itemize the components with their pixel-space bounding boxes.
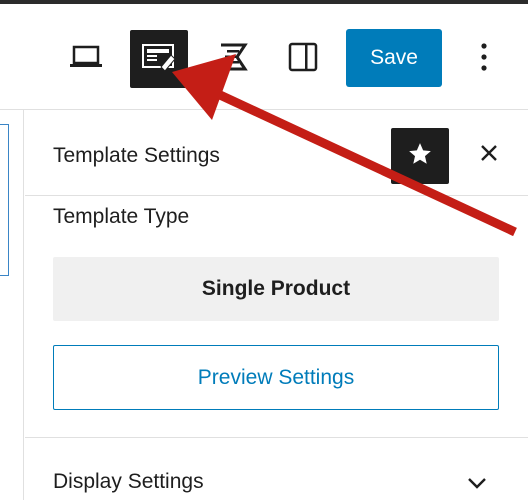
template-settings-panel: Template Settings Template Type Single P…	[25, 110, 528, 500]
star-icon	[407, 141, 433, 172]
elementor-icon	[215, 41, 253, 78]
sidebar-toggle-icon	[287, 41, 319, 78]
close-panel-button[interactable]	[467, 132, 511, 178]
more-vertical-icon	[480, 42, 488, 77]
display-settings-toggle[interactable]: Display Settings	[25, 438, 528, 500]
close-icon	[479, 143, 499, 168]
preview-settings-button[interactable]: Preview Settings	[53, 345, 499, 410]
device-preview-button[interactable]	[60, 34, 112, 84]
template-type-value: Single Product	[53, 257, 499, 321]
panel-header: Template Settings	[25, 110, 528, 196]
chevron-down-icon	[465, 472, 489, 494]
template-edit-icon	[141, 41, 177, 78]
more-options-button[interactable]	[464, 34, 504, 84]
star-button[interactable]	[391, 128, 449, 184]
display-settings-label: Display Settings	[53, 470, 204, 493]
save-button[interactable]: Save	[346, 29, 442, 87]
editor-toolbar: Save	[0, 4, 528, 110]
panel-title: Template Settings	[53, 144, 220, 167]
laptop-icon	[68, 43, 104, 76]
template-type-label: Template Type	[53, 205, 190, 228]
canvas-block-outline	[0, 124, 9, 276]
elementor-button[interactable]	[208, 34, 260, 84]
template-settings-button[interactable]	[130, 30, 188, 88]
sidebar-toggle-button[interactable]	[278, 34, 328, 84]
